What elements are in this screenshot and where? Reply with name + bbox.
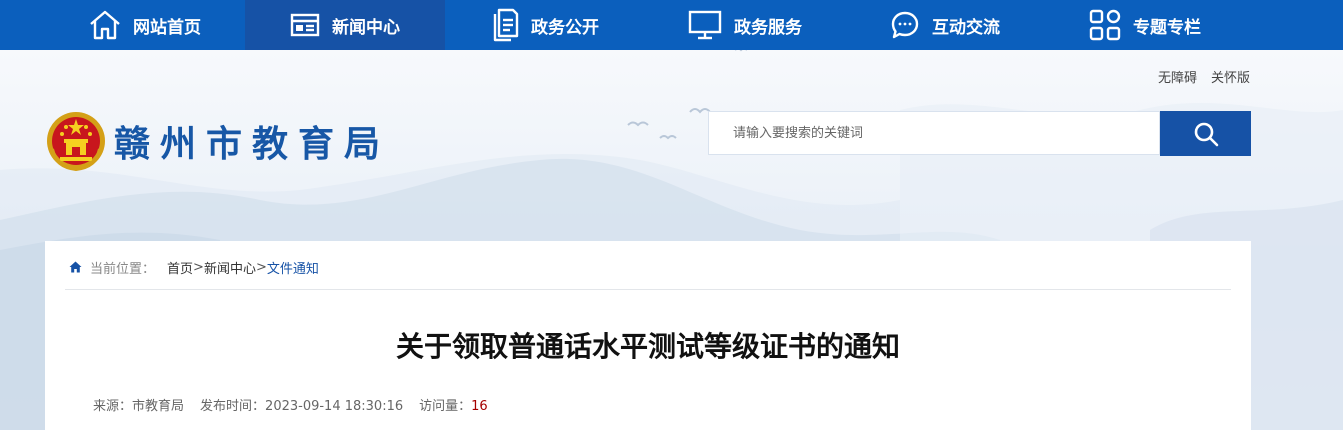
breadcrumb-home[interactable]: 首页 bbox=[167, 258, 193, 277]
document-icon bbox=[491, 8, 519, 42]
top-navigation: 网站首页 新闻中心 政务公开 政务服务 互动交流 专题专栏 bbox=[0, 0, 1343, 50]
national-emblem-icon bbox=[47, 112, 105, 172]
utility-links: 无障碍 关怀版 bbox=[1158, 67, 1250, 86]
nav-label: 专题专栏 bbox=[1133, 17, 1201, 38]
chat-icon bbox=[890, 10, 920, 40]
nav-item-news[interactable]: 新闻中心 bbox=[245, 0, 445, 50]
search-input[interactable] bbox=[709, 112, 1159, 154]
source-label: 来源： bbox=[93, 399, 133, 414]
nav-item-home[interactable]: 网站首页 bbox=[45, 0, 245, 50]
elderly-care-mode-link[interactable]: 关怀版 bbox=[1211, 67, 1250, 86]
breadcrumb-separator: > bbox=[193, 259, 204, 275]
nav-item-interaction[interactable]: 互动交流 bbox=[845, 0, 1045, 50]
search-button[interactable] bbox=[1160, 111, 1251, 156]
publish-time-meta: 发布时间：2023-09-14 18:30:16 bbox=[200, 395, 403, 414]
article-card: 当前位置： 首页 > 新闻中心 > 文件通知 关于领取普通话水平测试等级证书的通… bbox=[45, 241, 1251, 430]
breadcrumb-news-center[interactable]: 新闻中心 bbox=[204, 258, 256, 277]
views-label: 访问量： bbox=[419, 399, 472, 414]
publish-time-label: 发布时间： bbox=[200, 399, 266, 414]
nav-label: 政务公开 bbox=[531, 17, 599, 38]
source-value: 市教育局 bbox=[132, 399, 185, 414]
breadcrumb-separator: > bbox=[255, 259, 267, 275]
news-icon bbox=[290, 13, 320, 37]
site-logo[interactable]: 赣州市教育局 bbox=[44, 109, 390, 173]
publish-time-value: 2023-09-14 18:30:16 bbox=[265, 399, 404, 414]
views-value: 16 bbox=[471, 399, 488, 414]
nav-item-special-topics[interactable]: 专题专栏 bbox=[1045, 0, 1245, 50]
nav-label: 互动交流 bbox=[932, 17, 1000, 38]
search-box bbox=[708, 111, 1160, 155]
nav-label: 网站首页 bbox=[133, 17, 201, 38]
site-title: 赣州市教育局 bbox=[114, 124, 391, 165]
article-title: 关于领取普通话水平测试等级证书的通知 bbox=[395, 330, 900, 363]
nav-label: 新闻中心 bbox=[332, 17, 400, 38]
nav-label: 政务服务 bbox=[734, 17, 802, 38]
article-meta: 来源：市教育局 发布时间：2023-09-14 18:30:16 访问量：16 bbox=[93, 395, 488, 414]
nav-item-government-affairs[interactable]: 政务公开 bbox=[445, 0, 645, 50]
breadcrumb-prefix: 当前位置： bbox=[90, 261, 156, 277]
nav-item-government-services[interactable]: 政务服务 bbox=[645, 0, 845, 50]
breadcrumb: 当前位置： 首页 > 新闻中心 > 文件通知 bbox=[69, 257, 319, 277]
search-icon bbox=[1194, 122, 1218, 146]
monitor-icon bbox=[688, 10, 722, 40]
views-meta: 访问量：16 bbox=[419, 395, 488, 414]
home-icon bbox=[69, 261, 82, 273]
home-icon bbox=[89, 10, 121, 40]
breadcrumb-file-notices[interactable]: 文件通知 bbox=[267, 258, 319, 277]
divider bbox=[65, 289, 1231, 290]
header-banner: 无障碍 关怀版 赣州市教育局 请输入要搜索的关键词 当前位置： 首页 > 新闻中… bbox=[0, 50, 1343, 430]
accessibility-link[interactable]: 无障碍 bbox=[1158, 67, 1197, 86]
source-meta: 来源：市教育局 bbox=[93, 395, 184, 414]
grid-icon bbox=[1089, 9, 1121, 41]
